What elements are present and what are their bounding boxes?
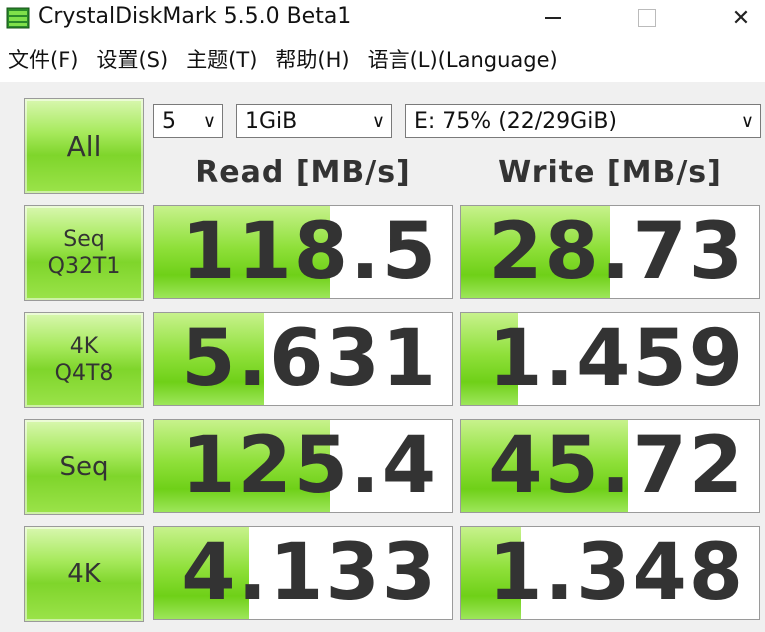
read-header: Read [MB/s] xyxy=(195,155,411,190)
write-result-4k-q4t8: 1.459 xyxy=(460,312,760,406)
test-label-line1: Seq xyxy=(59,451,109,482)
read-value: 125.4 xyxy=(181,421,438,511)
test-size-value: 1GiB xyxy=(245,109,298,134)
write-header: Write [MB/s] xyxy=(498,155,722,190)
read-result-seq: 125.4 xyxy=(153,419,453,513)
read-result-seq-q32t1: 118.5 xyxy=(153,205,453,299)
menu-theme[interactable]: 主题(T) xyxy=(186,44,257,74)
minimize-icon xyxy=(545,17,561,19)
menu-bar: 文件(F) 设置(S) 主题(T) 帮助(H) 语言(L)(Language) xyxy=(0,40,765,78)
all-button-label: All xyxy=(66,129,102,163)
write-result-4k: 1.348 xyxy=(460,526,760,620)
write-value: 1.459 xyxy=(488,314,745,404)
test-button-seq-q32t1[interactable]: Seq Q32T1 xyxy=(24,205,144,301)
write-value: 45.72 xyxy=(488,421,745,511)
menu-file[interactable]: 文件(F) xyxy=(8,44,78,74)
test-button-4k-q4t8[interactable]: 4K Q4T8 xyxy=(24,312,144,408)
write-value: 28.73 xyxy=(488,207,745,297)
close-icon: ✕ xyxy=(731,5,751,31)
test-label-line2: Q4T8 xyxy=(54,361,114,386)
test-button-seq[interactable]: Seq xyxy=(24,419,144,515)
test-size-select[interactable]: 1GiB ∨ xyxy=(236,104,392,138)
read-result-4k-q4t8: 5.631 xyxy=(153,312,453,406)
close-button[interactable]: ✕ xyxy=(718,0,764,36)
test-label-line1: 4K xyxy=(69,333,99,359)
menu-help[interactable]: 帮助(H) xyxy=(275,44,349,74)
title-bar: CrystalDiskMark 5.5.0 Beta1 ✕ xyxy=(0,0,765,38)
all-button[interactable]: All xyxy=(24,98,144,194)
test-button-4k[interactable]: 4K xyxy=(24,526,144,622)
test-label-line2: Q32T1 xyxy=(47,254,121,279)
read-value: 4.133 xyxy=(181,528,438,618)
app-icon xyxy=(6,7,30,29)
menu-settings[interactable]: 设置(S) xyxy=(96,44,168,74)
window-title: CrystalDiskMark 5.5.0 Beta1 xyxy=(38,4,352,29)
test-label-line1: Seq xyxy=(63,226,105,252)
read-value: 5.631 xyxy=(181,314,438,404)
chevron-down-icon: ∨ xyxy=(371,111,385,132)
menu-language[interactable]: 语言(L)(Language) xyxy=(368,44,558,74)
test-count-select[interactable]: 5 ∨ xyxy=(153,104,223,138)
write-result-seq: 45.72 xyxy=(460,419,760,513)
maximize-icon xyxy=(638,9,656,27)
read-result-4k: 4.133 xyxy=(153,526,453,620)
read-value: 118.5 xyxy=(181,207,438,297)
minimize-button[interactable] xyxy=(530,0,576,36)
maximize-button[interactable] xyxy=(624,0,670,36)
test-count-value: 5 xyxy=(162,109,176,134)
write-value: 1.348 xyxy=(488,528,745,618)
test-label-line1: 4K xyxy=(67,558,101,589)
chevron-down-icon: ∨ xyxy=(740,111,754,132)
write-result-seq-q32t1: 28.73 xyxy=(460,205,760,299)
chevron-down-icon: ∨ xyxy=(202,111,216,132)
drive-select[interactable]: E: 75% (22/29GiB) ∨ xyxy=(405,104,761,138)
drive-value: E: 75% (22/29GiB) xyxy=(414,109,618,134)
